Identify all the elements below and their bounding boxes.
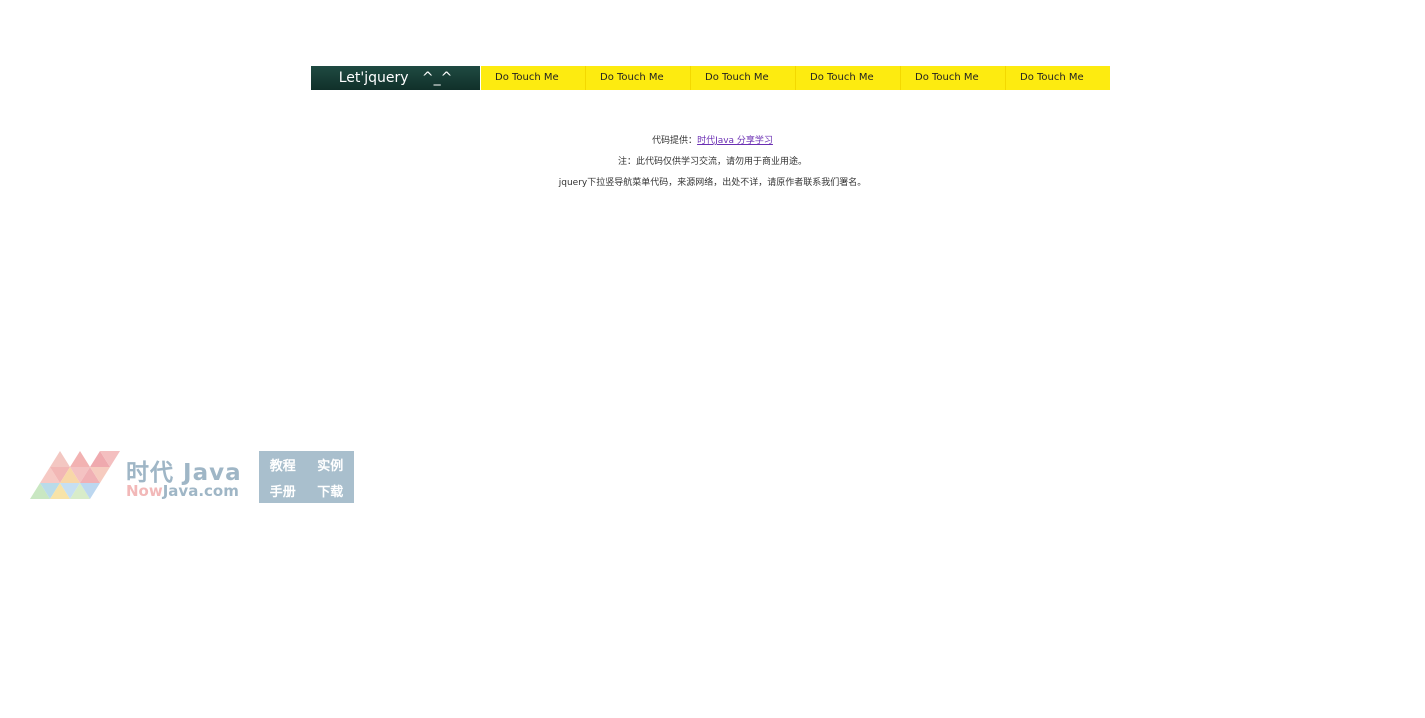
- badge-manual: 手册: [269, 484, 296, 500]
- provider-line: 代码提供：时代Java 分享学习: [0, 134, 1425, 155]
- nav-item-5[interactable]: Do Touch Me: [900, 66, 1005, 90]
- badge-tutorial: 教程: [269, 458, 296, 474]
- triangle-logo-icon: [30, 451, 120, 499]
- provider-link[interactable]: 时代Java 分享学习: [697, 136, 773, 146]
- notice-text: 注：此代码仅供学习交流，请勿用于商业用途。: [617, 157, 807, 167]
- nav-brand[interactable]: Let'jquery ^_^: [311, 66, 480, 90]
- source-text: jquery下拉竖导航菜单代码，来源网络，出处不详，请原作者联系我们署名。: [558, 178, 867, 188]
- page: Let'jquery ^_^ Do Touch Me Do Touch Me D…: [0, 0, 1425, 718]
- provider-prefix: 代码提供：: [652, 136, 698, 146]
- watermark-domain: NowJava.com: [126, 482, 239, 500]
- nav-item-3[interactable]: Do Touch Me: [690, 66, 795, 90]
- nav-item-4[interactable]: Do Touch Me: [795, 66, 900, 90]
- nowjava-watermark: 时代 Java NowJava.com 教程 实例 手册 下载: [30, 451, 354, 503]
- badge-examples: 实例: [317, 458, 344, 474]
- top-navigation: Let'jquery ^_^ Do Touch Me Do Touch Me D…: [311, 66, 1110, 90]
- nav-menu: Do Touch Me Do Touch Me Do Touch Me Do T…: [480, 66, 1110, 90]
- watermark-badge: 教程 实例 手册 下载: [259, 451, 354, 503]
- watermark-domain-rest: Java.com: [162, 482, 239, 500]
- nav-item-2[interactable]: Do Touch Me: [585, 66, 690, 90]
- nav-item-1[interactable]: Do Touch Me: [480, 66, 585, 90]
- info-section: 代码提供：时代Java 分享学习 注：此代码仅供学习交流，请勿用于商业用途。 j…: [0, 134, 1425, 197]
- nav-item-6[interactable]: Do Touch Me: [1005, 66, 1110, 90]
- watermark-domain-now: Now: [126, 482, 163, 500]
- badge-download: 下载: [317, 484, 344, 500]
